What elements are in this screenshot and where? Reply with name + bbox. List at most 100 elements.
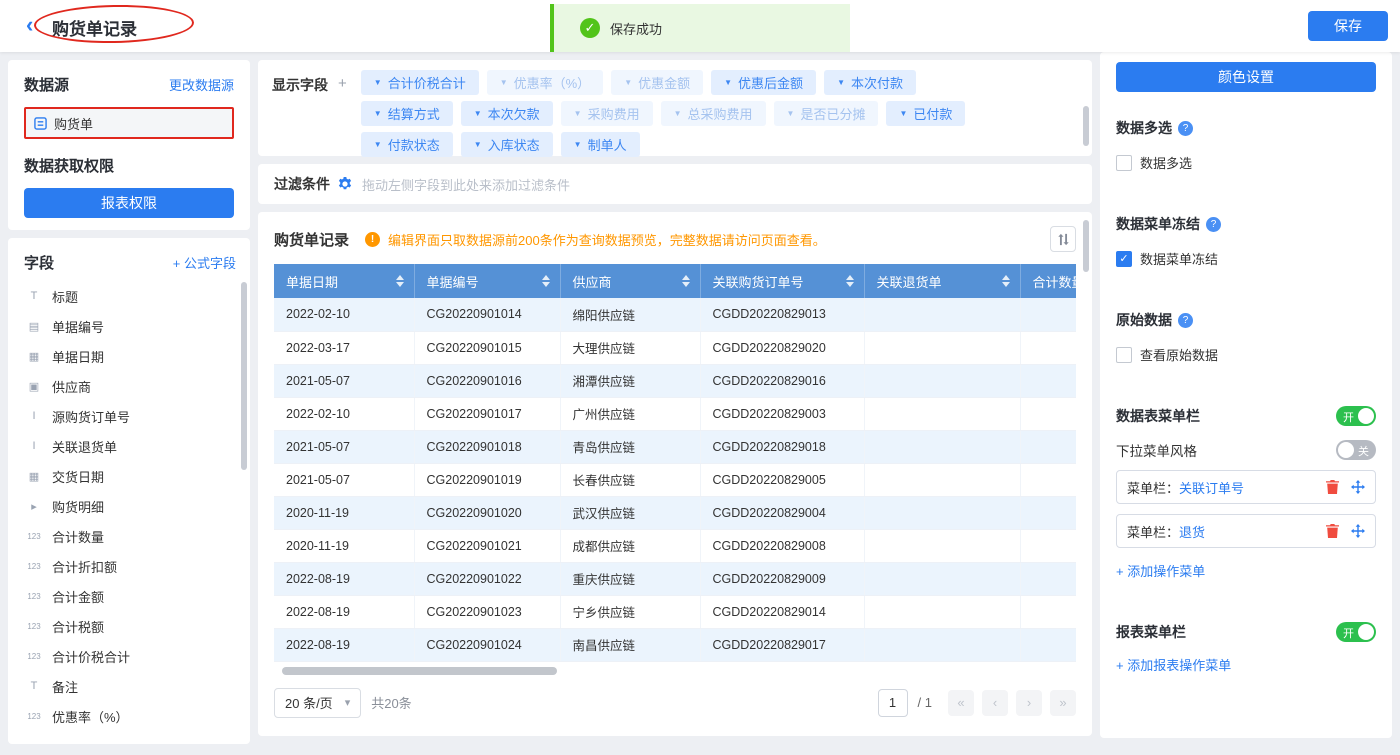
datasource-icon — [34, 117, 47, 130]
display-field-chip[interactable]: ▼总采购费用 — [661, 101, 766, 126]
display-field-chip[interactable]: ▼结算方式 — [361, 101, 453, 126]
add-formula-field-link[interactable]: + 公式字段 — [173, 253, 236, 272]
multi-select-option[interactable]: 数据多选 — [1116, 153, 1376, 172]
gear-icon[interactable] — [338, 177, 352, 191]
page-size-select[interactable]: 20 条/页 ▾ — [274, 688, 361, 718]
column-header[interactable]: 单据日期 — [274, 264, 414, 298]
sort-button[interactable] — [1050, 226, 1076, 252]
help-icon[interactable]: ? — [1178, 313, 1193, 328]
column-header[interactable]: 合计数量 — [1020, 264, 1076, 298]
add-report-menu-link[interactable]: + 添加报表操作菜单 — [1116, 655, 1231, 674]
prev-page-button[interactable]: ‹ — [982, 690, 1008, 716]
table-row[interactable]: 2021-05-07CG20220901016湘潭供应链CGDD20220829… — [274, 364, 1076, 397]
table-row[interactable]: 2022-02-10CG20220901014绵阳供应链CGDD20220829… — [274, 298, 1076, 331]
add-display-field-button[interactable]: + — [338, 75, 347, 157]
table-menu-toggle[interactable]: 开 — [1336, 406, 1376, 426]
display-field-chip[interactable]: ▼优惠金额 — [611, 70, 703, 95]
table-row[interactable]: 2021-05-07CG20220901019长春供应链CGDD20220829… — [274, 463, 1076, 496]
chip-label: 结算方式 — [388, 104, 440, 123]
next-page-button[interactable]: › — [1016, 690, 1042, 716]
table-row[interactable]: 2022-08-19CG20220901023宁乡供应链CGDD20220829… — [274, 595, 1076, 628]
page-input[interactable]: 1 — [878, 689, 908, 717]
field-label: 优惠率（%） — [52, 707, 129, 726]
help-icon[interactable]: ? — [1206, 217, 1221, 232]
back-button[interactable]: ‹ — [26, 12, 33, 38]
field-item[interactable]: 123合计数量 — [24, 521, 236, 551]
display-field-chip[interactable]: ▼优惠后金额 — [711, 70, 816, 95]
column-header[interactable]: 关联购货订单号 — [700, 264, 864, 298]
field-item[interactable]: I关联退货单 — [24, 431, 236, 461]
settings-panel: 颜色设置 数据多选 ? 数据多选 数据菜单冻结 ? ✓ 数据菜单冻结 原始数据 … — [1100, 52, 1392, 738]
color-settings-button[interactable]: 颜色设置 — [1116, 62, 1376, 92]
display-field-chip[interactable]: ▼付款状态 — [361, 132, 453, 157]
add-action-menu-link[interactable]: + 添加操作菜单 — [1116, 561, 1205, 580]
move-icon[interactable] — [1351, 524, 1365, 538]
trash-icon[interactable] — [1326, 480, 1339, 494]
report-menu-toggle[interactable]: 开 — [1336, 622, 1376, 642]
field-item[interactable]: 123合计折扣额 — [24, 551, 236, 581]
scrollbar-thumb[interactable] — [241, 282, 247, 470]
display-field-chip[interactable]: ▼采购费用 — [561, 101, 653, 126]
sort-arrows-icon[interactable] — [682, 275, 690, 287]
input-icon: I — [24, 410, 44, 422]
table-row[interactable]: 2022-02-10CG20220901017广州供应链CGDD20220829… — [274, 397, 1076, 430]
table-row[interactable]: 2021-05-07CG20220901018青岛供应链CGDD20220829… — [274, 430, 1076, 463]
display-field-chip[interactable]: ▼合计价税合计 — [361, 70, 479, 95]
last-page-button[interactable]: » — [1050, 690, 1076, 716]
table-row[interactable]: 2022-08-19CG20220901022重庆供应链CGDD20220829… — [274, 562, 1076, 595]
dropdown-style-toggle[interactable]: 关 — [1336, 440, 1376, 460]
column-header[interactable]: 供应商 — [560, 264, 700, 298]
column-label: 关联退货单 — [877, 272, 942, 291]
chevron-down-icon: ▼ — [837, 78, 845, 87]
menu-freeze-checkbox[interactable]: ✓ — [1116, 251, 1132, 267]
sort-arrows-icon[interactable] — [846, 275, 854, 287]
sort-arrows-icon[interactable] — [542, 275, 550, 287]
menu-freeze-option[interactable]: ✓ 数据菜单冻结 — [1116, 249, 1376, 268]
field-item[interactable]: 123合计税额 — [24, 611, 236, 641]
move-icon[interactable] — [1351, 480, 1365, 494]
help-icon[interactable]: ? — [1178, 121, 1193, 136]
display-field-chip[interactable]: ▼已付款 — [886, 101, 965, 126]
display-field-chip[interactable]: ▼本次欠款 — [461, 101, 553, 126]
report-permission-button[interactable]: 报表权限 — [24, 188, 234, 218]
field-item[interactable]: 123合计金额 — [24, 581, 236, 611]
display-field-chip[interactable]: ▼是否已分摊 — [774, 101, 879, 126]
display-field-chip[interactable]: ▼入库状态 — [461, 132, 553, 157]
datasource-item[interactable]: 购货单 — [24, 107, 234, 139]
display-field-chip[interactable]: ▼制单人 — [561, 132, 640, 157]
table-row[interactable]: 2020-11-19CG20220901021成都供应链CGDD20220829… — [274, 529, 1076, 562]
raw-data-option[interactable]: 查看原始数据 — [1116, 345, 1376, 364]
field-item[interactable]: ▤单据编号 — [24, 311, 236, 341]
table-row[interactable]: 2020-11-19CG20220901020武汉供应链CGDD20220829… — [274, 496, 1076, 529]
first-page-button[interactable]: « — [948, 690, 974, 716]
scrollbar-thumb[interactable] — [1083, 220, 1089, 272]
display-field-chip[interactable]: ▼本次付款 — [824, 70, 916, 95]
field-item[interactable]: 123合计价税合计 — [24, 641, 236, 671]
table-row[interactable]: 2022-03-17CG20220901015大理供应链CGDD20220829… — [274, 331, 1076, 364]
field-item[interactable]: 123优惠率（%） — [24, 701, 236, 731]
save-button[interactable]: 保存 — [1308, 11, 1388, 41]
table-cell: CGDD20220829004 — [700, 496, 864, 529]
field-item[interactable]: ▣供应商 — [24, 371, 236, 401]
change-datasource-link[interactable]: 更改数据源 — [169, 75, 234, 94]
field-label: 购货明细 — [52, 497, 104, 516]
field-item[interactable]: ▦交货日期 — [24, 461, 236, 491]
field-item[interactable]: ▸购货明细 — [24, 491, 236, 521]
field-item[interactable]: I源购货订单号 — [24, 401, 236, 431]
field-item[interactable]: T标题 — [24, 281, 236, 311]
sort-arrows-icon[interactable] — [1002, 275, 1010, 287]
table-row[interactable]: 2022-08-19CG20220901024南昌供应链CGDD20220829… — [274, 628, 1076, 661]
raw-data-checkbox[interactable] — [1116, 347, 1132, 363]
multi-select-checkbox[interactable] — [1116, 155, 1132, 171]
sort-arrows-icon[interactable] — [396, 275, 404, 287]
raw-data-title: 原始数据 — [1116, 310, 1172, 330]
display-field-chip[interactable]: ▼优惠率（%） — [487, 70, 603, 95]
field-item[interactable]: ▦单据日期 — [24, 341, 236, 371]
table-cell: CGDD20220829018 — [700, 430, 864, 463]
column-header[interactable]: 单据编号 — [414, 264, 560, 298]
field-item[interactable]: T备注 — [24, 671, 236, 701]
column-header[interactable]: 关联退货单 — [864, 264, 1020, 298]
scrollbar-thumb[interactable] — [1083, 106, 1089, 146]
scrollbar-thumb[interactable] — [282, 667, 557, 675]
trash-icon[interactable] — [1326, 524, 1339, 538]
